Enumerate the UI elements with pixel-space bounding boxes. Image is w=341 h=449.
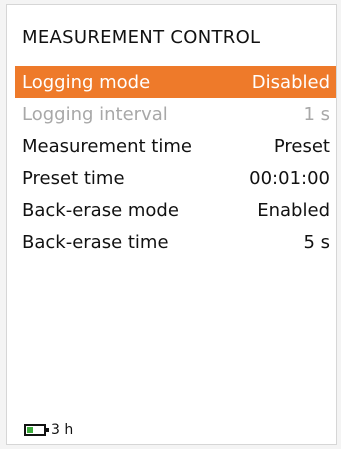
menu-item-value: Enabled [257, 199, 330, 221]
menu-item-logging-interval: Logging interval 1 s [15, 98, 336, 130]
device-screen: MEASUREMENT CONTROL Logging mode Disable… [6, 4, 337, 445]
menu-item-back-erase-mode[interactable]: Back-erase mode Enabled [15, 194, 336, 226]
menu-item-label: Logging interval [22, 103, 168, 125]
menu-item-label: Measurement time [22, 135, 192, 157]
battery-time: 3 h [51, 422, 74, 438]
menu-item-label: Back-erase time [22, 231, 169, 253]
menu-item-preset-time[interactable]: Preset time 00:01:00 [15, 162, 336, 194]
status-bar: 3 h [24, 422, 73, 438]
menu-item-value: 1 s [303, 103, 330, 125]
battery-level-fill [27, 427, 33, 433]
menu-item-back-erase-time[interactable]: Back-erase time 5 s [15, 226, 336, 258]
menu-item-measurement-time[interactable]: Measurement time Preset [15, 130, 336, 162]
menu-item-label: Back-erase mode [22, 199, 179, 221]
page-title: MEASUREMENT CONTROL [22, 27, 261, 48]
menu-item-value: Preset [273, 135, 330, 157]
menu-item-label: Preset time [22, 167, 125, 189]
menu-item-label: Logging mode [22, 71, 151, 93]
battery-icon [24, 424, 49, 436]
menu-item-value: 5 s [303, 231, 330, 253]
settings-menu: Logging mode Disabled Logging interval 1… [15, 66, 336, 258]
menu-item-value: 00:01:00 [249, 167, 330, 189]
menu-item-value: Disabled [251, 71, 330, 93]
menu-item-logging-mode[interactable]: Logging mode Disabled [15, 66, 336, 98]
